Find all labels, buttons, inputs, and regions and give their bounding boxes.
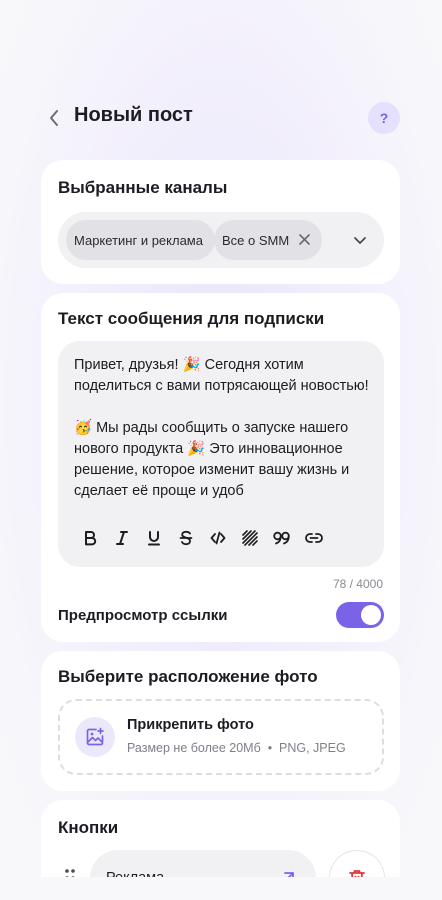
channels-card: Выбранные каналы Маркетинг и реклама Все…	[41, 160, 400, 284]
buttons-title: Кнопки	[58, 818, 119, 837]
back-button[interactable]	[44, 106, 64, 130]
char-counter: 78 / 4000	[332, 577, 383, 591]
remove-chip-button[interactable]	[299, 232, 310, 249]
bottom-edge	[0, 877, 442, 900]
bold-icon	[85, 531, 97, 546]
spoiler-button[interactable]	[234, 527, 266, 549]
quote-button[interactable]	[266, 527, 298, 549]
channels-title: Выбранные каналы	[58, 178, 228, 197]
close-icon	[299, 233, 310, 245]
message-title: Текст сообщения для подписки	[58, 309, 325, 328]
quote-icon	[273, 531, 290, 545]
link-preview-label: Предпросмотр ссылки	[58, 607, 228, 624]
format-toolbar	[74, 527, 330, 549]
code-button[interactable]	[202, 527, 234, 549]
spoiler-icon	[242, 530, 258, 546]
italic-button[interactable]	[106, 527, 138, 549]
toggle-knob	[361, 605, 381, 625]
link-icon	[305, 533, 323, 543]
photo-card: Выберите расположение фото Прикрепить фо…	[41, 651, 400, 791]
message-editor[interactable]: Привет, друзья! 🎉 Сегодня хотим поделить…	[58, 341, 384, 567]
page-title: Новый пост	[74, 104, 193, 126]
underline-button[interactable]	[138, 527, 170, 549]
message-card: Текст сообщения для подписки Привет, дру…	[41, 293, 400, 642]
channel-chip-label: Все о SMM	[222, 232, 290, 248]
channels-dropdown-toggle[interactable]	[348, 228, 372, 252]
channel-chip: Все о SMM	[214, 220, 323, 260]
help-button[interactable]: ?	[368, 102, 400, 134]
add-image-icon	[75, 717, 115, 757]
attach-photo-hint: Размер не более 20Мб • PNG, JPEG	[127, 741, 346, 755]
channel-chip-label: Маркетинг и реклама	[74, 232, 203, 248]
photo-dropzone[interactable]: Прикрепить фото Размер не более 20Мб • P…	[58, 699, 384, 775]
link-button[interactable]	[298, 527, 330, 549]
strikethrough-button[interactable]	[170, 527, 202, 549]
code-icon	[210, 531, 226, 545]
message-text[interactable]: Привет, друзья! 🎉 Сегодня хотим поделить…	[74, 355, 370, 502]
strikethrough-icon	[179, 530, 193, 546]
link-preview-toggle[interactable]	[336, 602, 384, 628]
channels-select[interactable]: Маркетинг и реклама Все о SMM	[58, 212, 384, 268]
photo-title: Выберите расположение фото	[58, 667, 318, 686]
attach-photo-title: Прикрепить фото	[127, 717, 254, 733]
italic-icon	[116, 531, 128, 545]
channel-chip: Маркетинг и реклама	[66, 220, 215, 260]
chevron-left-icon	[50, 110, 58, 126]
chevron-down-icon	[354, 236, 366, 244]
bold-button[interactable]	[74, 527, 106, 549]
underline-icon	[148, 531, 160, 546]
header: Новый пост ?	[0, 96, 442, 140]
